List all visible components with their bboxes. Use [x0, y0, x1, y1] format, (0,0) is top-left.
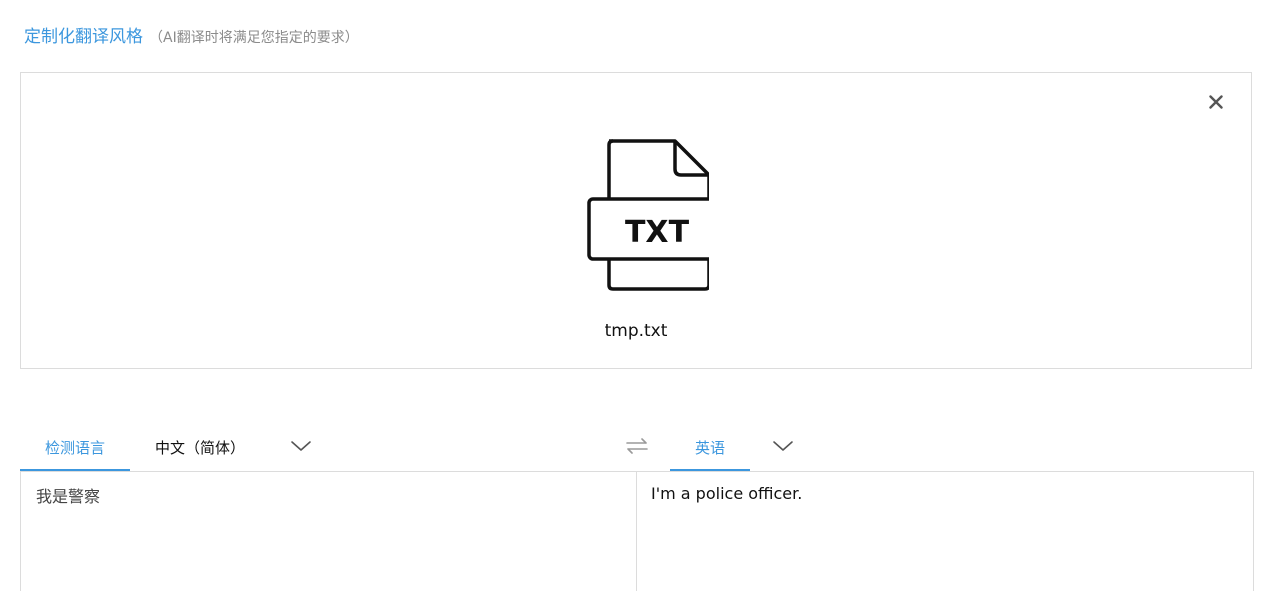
translation-panels: 我是警察 I'm a police officer. — [20, 471, 1254, 591]
source-language-select[interactable]: 中文（简体） — [155, 425, 245, 469]
translated-text-output: I'm a police officer. — [651, 484, 803, 503]
target-language-tab[interactable]: 英语 — [670, 425, 750, 471]
header-title: 定制化翻译风格 — [24, 27, 143, 47]
header-subtitle: （AI翻译时将满足您指定的要求） — [149, 30, 359, 46]
chevron-down-icon[interactable] — [290, 438, 312, 454]
file-upload-panel: TXT tmp.txt — [20, 72, 1252, 369]
file-type-label: TXT — [625, 215, 690, 250]
chevron-down-icon[interactable] — [772, 438, 794, 454]
remove-file-button[interactable] — [1205, 91, 1227, 113]
custom-style-header: 定制化翻译风格 （AI翻译时将满足您指定的要求） — [24, 22, 359, 48]
file-name: tmp.txt — [604, 321, 668, 341]
swap-icon[interactable] — [624, 436, 650, 456]
tab-detect-language[interactable]: 检测语言 — [20, 425, 130, 471]
close-icon — [1209, 95, 1223, 109]
source-text-input[interactable]: 我是警察 — [21, 472, 637, 591]
txt-file-icon: TXT — [587, 139, 709, 291]
language-bar: 检测语言 中文（简体） 英语 — [20, 425, 1254, 471]
